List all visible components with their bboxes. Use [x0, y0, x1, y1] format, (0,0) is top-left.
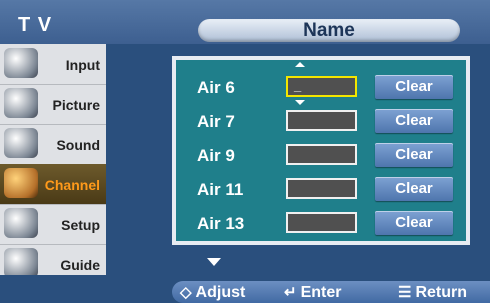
sidebar-item-picture[interactable]: Picture: [0, 84, 106, 125]
list-item: Air 6 _ Clear: [176, 71, 474, 103]
sidebar-item-label: Channel: [44, 177, 100, 193]
setup-icon: [4, 208, 38, 238]
list-item: Air 11 Clear: [176, 173, 474, 205]
list-item: Air 9 Clear: [176, 139, 474, 171]
sidebar-item-label: Guide: [60, 257, 100, 273]
sidebar-item-sound[interactable]: Sound: [0, 124, 106, 165]
picture-icon: [4, 88, 38, 118]
channel-label: Air 13: [197, 214, 245, 233]
name-field[interactable]: _: [286, 76, 357, 97]
list-item: Air 13 Clear: [176, 207, 474, 239]
channel-label: Air 7: [197, 112, 235, 131]
clear-button[interactable]: Clear: [375, 211, 453, 235]
tv-label: T V: [18, 14, 53, 36]
clear-button[interactable]: Clear: [375, 143, 453, 167]
sidebar-item-label: Sound: [56, 137, 100, 153]
scroll-down-icon[interactable]: [207, 258, 221, 266]
sidebar-item-channel[interactable]: Channel: [0, 164, 106, 205]
updown-arrows-icon: ◇: [180, 284, 192, 301]
menu-return-icon: ☰: [398, 284, 412, 301]
name-field[interactable]: [286, 110, 357, 131]
help-adjust: ◇ Adjust: [180, 283, 245, 302]
channel-icon: [4, 168, 38, 198]
clear-button[interactable]: Clear: [375, 75, 453, 99]
channel-label: Air 11: [197, 180, 244, 199]
name-field[interactable]: [286, 178, 357, 199]
sidebar-item-label: Picture: [52, 97, 100, 113]
channel-label: Air 6: [197, 78, 235, 97]
guide-icon: [4, 248, 38, 278]
sidebar-item-label: Input: [65, 57, 100, 73]
channel-label: Air 9: [197, 146, 235, 165]
enter-icon: ↵: [284, 284, 297, 301]
help-enter: ↵ Enter: [284, 283, 341, 302]
help-return: ☰ Return: [398, 283, 467, 302]
up-arrow-icon: [295, 62, 305, 67]
sidebar: Input Picture Sound Channel Setup Guide: [0, 44, 106, 285]
name-list-panel: Air 6 _ Clear Air 7 Clear Air 9 Clear Ai…: [172, 56, 470, 245]
name-field[interactable]: [286, 144, 357, 165]
clear-button[interactable]: Clear: [375, 177, 453, 201]
help-adjust-label: Adjust: [195, 284, 246, 301]
sidebar-item-label: Setup: [61, 217, 100, 233]
help-return-label: Return: [415, 284, 468, 301]
input-icon: [4, 48, 38, 78]
help-enter-label: Enter: [300, 284, 342, 301]
sidebar-item-input[interactable]: Input: [0, 44, 106, 85]
sidebar-item-setup[interactable]: Setup: [0, 204, 106, 245]
page-title: Name: [303, 20, 355, 41]
name-field[interactable]: [286, 212, 357, 233]
list-item: Air 7 Clear: [176, 105, 474, 137]
clear-button[interactable]: Clear: [375, 109, 453, 133]
sound-icon: [4, 128, 38, 158]
